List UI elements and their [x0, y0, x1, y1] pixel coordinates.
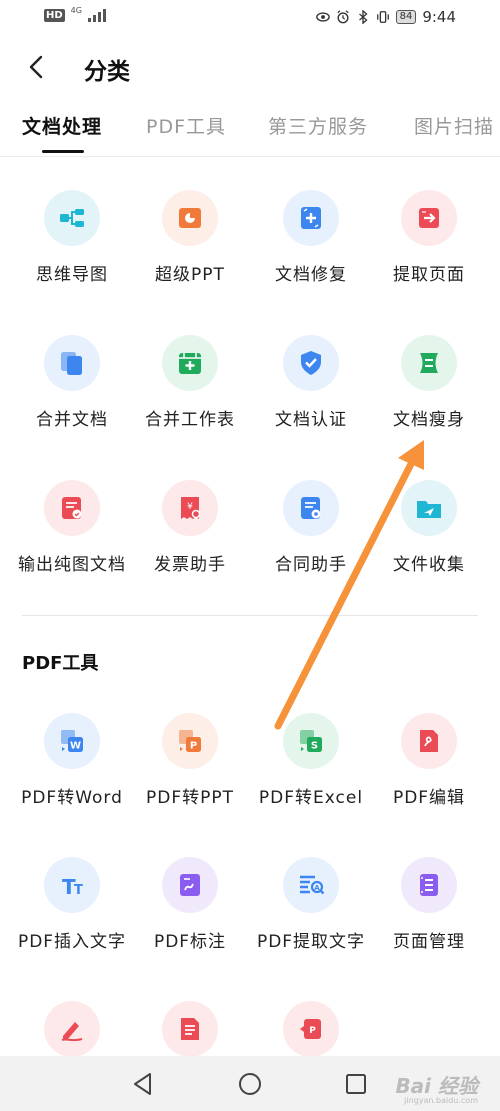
back-arrow-icon[interactable] — [22, 52, 52, 82]
tool-item[interactable]: A PDF提取文字 — [251, 857, 371, 967]
shield-check-icon — [283, 335, 339, 391]
tool-item[interactable]: 合同助手 — [251, 480, 371, 590]
tool-item-label: PDF标注 — [153, 932, 227, 952]
contract-icon — [283, 480, 339, 536]
nav-home-icon[interactable] — [235, 1069, 265, 1099]
svg-text:S: S — [311, 741, 318, 752]
insert-text-icon: TT — [44, 857, 100, 913]
hd-badge: HD — [44, 8, 65, 22]
pdf-to-excel-icon: S — [283, 713, 339, 769]
pdf-convert-icon: P — [283, 1001, 339, 1057]
svg-text:W: W — [70, 741, 81, 752]
battery-indicator: 84 — [395, 10, 417, 24]
merge-doc-icon — [44, 335, 100, 391]
bluetooth-icon — [358, 10, 368, 24]
merge-sheet-icon — [162, 335, 218, 391]
active-tab-indicator — [42, 150, 84, 153]
tab-doc-processing[interactable]: 文档处理 — [22, 112, 102, 139]
watermark-logo: Bai 经验 — [395, 1074, 478, 1098]
tool-item-label: PDF转PPT — [145, 788, 234, 808]
tool-item-label: 文档认证 — [275, 410, 347, 430]
doc-slim-icon — [401, 335, 457, 391]
tool-item[interactable]: T T PDF插入文字 — [12, 857, 132, 967]
pdf-sign-icon — [44, 1001, 100, 1057]
network-type: 4G — [70, 5, 82, 15]
tab-third-party[interactable]: 第三方服务 — [268, 112, 368, 139]
tool-item[interactable]: PDF标注 — [130, 857, 250, 967]
svg-text:P: P — [190, 741, 197, 752]
folder-send-icon — [401, 480, 457, 536]
eye-icon — [315, 12, 330, 22]
svg-text:¥: ¥ — [187, 502, 193, 512]
pdf-edit-icon — [401, 713, 457, 769]
tool-item[interactable]: 输出纯图文档 — [12, 480, 132, 590]
tool-item[interactable]: ¥ 发票助手 — [130, 480, 250, 590]
tool-item[interactable]: 文档瘦身 — [369, 335, 489, 445]
tool-item-label: 合并文档 — [36, 410, 108, 430]
tool-item-label: PDF提取文字 — [256, 932, 366, 952]
tool-item[interactable]: S PDF转Excel — [251, 713, 371, 823]
system-nav-bar: Bai 经验 jingyan.baidu.com — [0, 1056, 500, 1111]
tool-item-label: 输出纯图文档 — [18, 555, 126, 575]
tool-item-label: 文件收集 — [393, 555, 465, 575]
section-divider — [22, 615, 478, 616]
svg-text:T: T — [74, 883, 83, 898]
tool-item-label: 页面管理 — [393, 932, 465, 952]
status-left: HD 4G — [44, 5, 106, 22]
tool-item[interactable]: 页面管理 — [369, 857, 489, 967]
nav-recents-icon[interactable] — [341, 1069, 371, 1099]
pdf-to-ppt-icon: P — [162, 713, 218, 769]
tool-item-label: 文档瘦身 — [393, 410, 465, 430]
extract-page-icon — [401, 190, 457, 246]
tool-item[interactable]: 思维导图 — [12, 190, 132, 300]
pdf-section-title: PDF工具 — [22, 653, 99, 674]
status-time: 9:44 — [422, 8, 456, 26]
tab-image-scan[interactable]: 图片扫描 — [414, 112, 494, 139]
tool-item-label: 合并工作表 — [145, 410, 235, 430]
tab-pdf-tools[interactable]: PDF工具 — [146, 112, 226, 139]
pdf-to-word-icon: W — [44, 713, 100, 769]
vibrate-icon — [376, 11, 389, 23]
tool-item[interactable]: PDF编辑 — [369, 713, 489, 823]
tool-item-label: PDF插入文字 — [17, 932, 127, 952]
mindmap-icon — [44, 190, 100, 246]
tool-item[interactable]: P PDF转PPT — [130, 713, 250, 823]
watermark-url: jingyan.baidu.com — [404, 1096, 478, 1105]
tool-item-label: PDF编辑 — [392, 788, 466, 808]
tool-item-label: 思维导图 — [36, 265, 108, 285]
tool-item-label: 文档修复 — [275, 265, 347, 285]
tool-item[interactable]: 合并工作表 — [130, 335, 250, 445]
status-bar: HD 4G 84 9:44 — [0, 0, 500, 36]
annotate-icon — [162, 857, 218, 913]
tool-item-label: PDF转Excel — [258, 788, 364, 808]
image-doc-icon — [44, 480, 100, 536]
tool-item[interactable]: 文档修复 — [251, 190, 371, 300]
svg-text:P: P — [309, 1026, 316, 1036]
page-title: 分类 — [84, 59, 130, 85]
tool-item[interactable]: 文件收集 — [369, 480, 489, 590]
status-right: 84 9:44 — [315, 8, 456, 26]
page-manage-icon — [401, 857, 457, 913]
tabs-divider — [0, 156, 500, 157]
tool-item-label: 合同助手 — [275, 555, 347, 575]
tool-item[interactable]: W PDF转Word — [12, 713, 132, 823]
tool-item-label: 提取页面 — [393, 265, 465, 285]
extract-text-icon: A — [283, 857, 339, 913]
doc-repair-icon — [283, 190, 339, 246]
nav-back-icon[interactable] — [128, 1069, 158, 1099]
invoice-icon: ¥ — [162, 480, 218, 536]
tool-item[interactable]: 合并文档 — [12, 335, 132, 445]
svg-text:A: A — [314, 884, 320, 892]
alarm-icon — [336, 10, 349, 24]
tool-item-label: 超级PPT — [155, 265, 225, 285]
header: 分类 — [0, 46, 500, 90]
tool-item-label: 发票助手 — [154, 555, 226, 575]
pdf-form-icon — [162, 1001, 218, 1057]
ppt-icon — [162, 190, 218, 246]
tool-item[interactable]: 文档认证 — [251, 335, 371, 445]
tool-item-label: PDF转Word — [21, 788, 123, 808]
signal-icon — [87, 8, 106, 22]
tool-item[interactable]: 超级PPT — [130, 190, 250, 300]
tool-item[interactable]: 提取页面 — [369, 190, 489, 300]
